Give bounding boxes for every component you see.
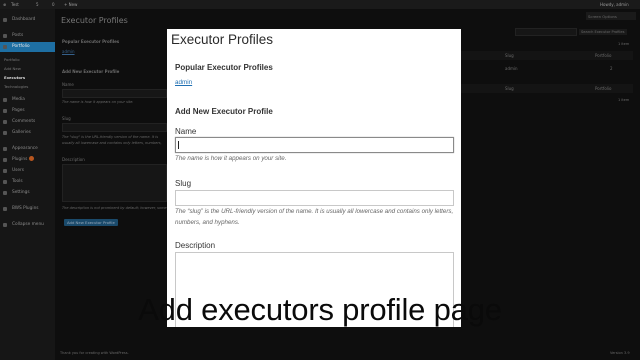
description-label-background: Description [62, 157, 85, 162]
appearance-icon [3, 147, 7, 151]
page-title-background: Executor Profiles [61, 16, 128, 25]
admin-bar: ⊕ Test 5 0 + New Howdy, admin [0, 0, 640, 9]
user-greeting[interactable]: Howdy, admin [600, 2, 629, 7]
add-new-profile-heading: Add New Executor Profile [175, 107, 273, 116]
collapse-menu-button[interactable]: Collapse menu [0, 220, 55, 230]
settings-icon [3, 191, 7, 195]
popular-profiles-heading: Popular Executor Profiles [175, 63, 273, 72]
plugins-icon [3, 158, 7, 162]
users-icon [3, 169, 7, 173]
items-count-top: 1 item [618, 42, 630, 46]
search-input-background[interactable] [515, 28, 577, 36]
column-portfolio-footer[interactable]: Portfolio [595, 86, 611, 91]
collapse-icon [3, 223, 7, 227]
page-title: Executor Profiles [171, 32, 274, 47]
popular-heading-background: Popular Executor Profiles [62, 39, 120, 44]
submenu-portfolio[interactable]: Portfolio [4, 57, 20, 62]
gallery-icon [3, 131, 7, 135]
text-cursor [178, 141, 179, 149]
video-caption: Add executors profile page [138, 292, 502, 327]
column-slug-header[interactable]: Slug [505, 53, 514, 58]
description-label: Description [175, 241, 216, 250]
slug-input[interactable] [175, 190, 454, 206]
site-name[interactable]: Test [11, 2, 19, 7]
popular-link-background[interactable]: admin [62, 49, 75, 54]
slug-input-background[interactable] [62, 123, 167, 132]
submenu-add-new[interactable]: Add New [4, 66, 21, 71]
footer-credit: Thank you for creating with WordPress. [60, 351, 129, 355]
slug-label: Slug [175, 179, 192, 188]
tools-icon [3, 180, 7, 184]
new-content-menu[interactable]: + New [64, 2, 77, 7]
sidebar-item-portfolio[interactable]: Portfolio [0, 42, 55, 52]
column-portfolio-header[interactable]: Portfolio [595, 53, 611, 58]
sidebar-item-tools[interactable]: Tools [0, 177, 55, 187]
slug-label-background: Slug [62, 116, 71, 121]
sidebar-item-dashboard[interactable]: Dashboard [0, 15, 55, 25]
submenu-executors[interactable]: Executors [4, 75, 25, 80]
table-row-slug: admin [505, 66, 518, 71]
popular-profile-link[interactable]: admin [175, 79, 192, 86]
items-count-bottom: 1 item [618, 98, 630, 102]
slug-help-background: The "slug" is the URL-friendly version o… [62, 135, 162, 145]
pages-icon [3, 109, 7, 113]
name-help-text: The name is how it appears on your site. [175, 155, 287, 162]
sidebar-item-users[interactable]: Users [0, 166, 55, 176]
description-textarea-background[interactable] [62, 164, 167, 202]
bws-plugins-icon [3, 207, 7, 211]
table-row-count[interactable]: 2 [610, 66, 613, 71]
name-help-background: The name is how it appears on your site. [62, 100, 134, 104]
screen-options-button[interactable]: Screen Options [586, 12, 636, 20]
name-label: Name [175, 127, 197, 136]
updates-count[interactable]: 5 [36, 2, 39, 7]
zoom-panel: Executor Profiles Popular Executor Profi… [167, 29, 461, 327]
sidebar-item-appearance[interactable]: Appearance [0, 144, 55, 154]
pin-icon [3, 34, 7, 38]
add-new-heading-background: Add New Executor Profile [62, 69, 120, 74]
sidebar-item-pages[interactable]: Pages [0, 106, 55, 116]
portfolio-icon [3, 45, 7, 49]
sidebar-item-media[interactable]: Media [0, 95, 55, 105]
comments-count[interactable]: 0 [52, 2, 55, 7]
sidebar-item-bws-plugins[interactable]: BWS Plugins [0, 204, 55, 214]
sidebar-item-plugins[interactable]: Plugins [0, 155, 55, 165]
description-help-background: The description is not prominent by defa… [62, 206, 167, 210]
search-button-background[interactable]: Search Executor Profiles [579, 29, 627, 35]
sidebar-item-posts[interactable]: Posts [0, 31, 55, 41]
comments-icon [3, 120, 7, 124]
add-new-executor-button-background[interactable]: Add New Executor Profile [64, 219, 118, 226]
footer-version: Version 3.9 [610, 351, 630, 355]
sidebar-item-comments[interactable]: Comments [0, 117, 55, 127]
name-label-background: Name [62, 82, 74, 87]
dashboard-icon [3, 18, 7, 22]
wordpress-logo-icon[interactable]: ⊕ [3, 2, 6, 7]
name-input[interactable] [175, 137, 454, 153]
media-icon [3, 98, 7, 102]
name-input-background[interactable] [62, 89, 167, 98]
column-slug-footer[interactable]: Slug [505, 86, 514, 91]
sidebar-item-settings[interactable]: Settings [0, 188, 55, 198]
sidebar-item-galleries[interactable]: Galleries [0, 128, 55, 138]
plugins-update-badge [29, 156, 35, 161]
slug-help-text: The “slug” is the URL-friendly version o… [175, 208, 454, 226]
submenu-technologies[interactable]: Technologies [4, 84, 28, 89]
